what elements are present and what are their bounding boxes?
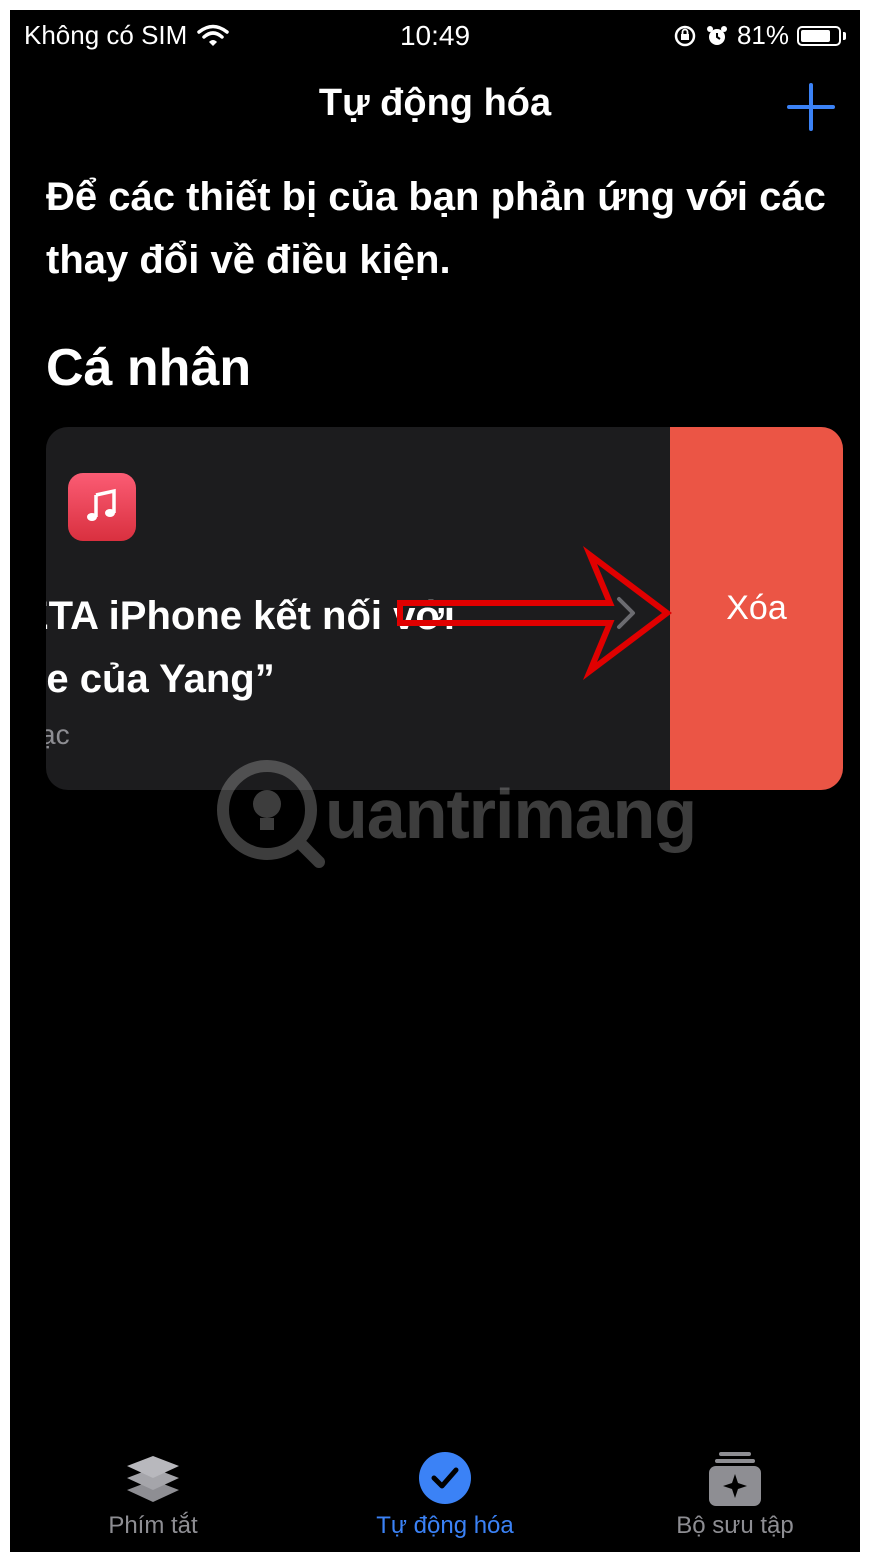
tab-label: Bộ sưu tập [676,1512,794,1539]
clock-check-icon [419,1452,471,1504]
automation-subtitle: ạc [46,719,70,750]
gallery-icon [709,1452,761,1506]
tab-shortcuts[interactable]: Phím tắt [23,1450,283,1540]
watermark: uantrimang [215,754,735,874]
section-title: Cá nhân [46,339,252,397]
music-app-icon [68,473,136,541]
page-title: Tự động hóa [318,82,552,124]
phone-screen: Không có SIM 10:49 81% Tự động hóa Để cá… [10,10,860,1552]
status-right: 81% [673,20,846,51]
page-description: Để các thiết bị của bạn phản ứng với các… [46,175,826,282]
plus-icon [787,83,835,131]
battery-percent: 81% [736,20,789,50]
annotation-arrow-icon [397,545,672,680]
music-note-icon [87,488,116,521]
status-bar: Không có SIM 10:49 81% [10,10,860,60]
tab-gallery[interactable]: Bộ sưu tập [605,1450,860,1540]
tab-bar: Phím tắt Tự động hóa Bộ sưu tập [10,1450,860,1552]
layers-icon [127,1456,179,1502]
alarm-icon [706,25,727,45]
tab-label: Tự động hóa [376,1512,514,1539]
add-automation-button[interactable] [786,82,836,132]
rotation-lock-icon [674,25,696,46]
tab-label: Phím tắt [108,1512,198,1539]
delete-button[interactable]: Xóa [670,427,843,790]
lightbulb-logo-icon [217,760,325,868]
battery-fill [801,29,831,42]
battery-icon [797,25,841,46]
tab-automation[interactable]: Tự động hóa [315,1450,575,1540]
watermark-text: uantrimang [325,775,697,853]
battery-tip [843,31,846,40]
